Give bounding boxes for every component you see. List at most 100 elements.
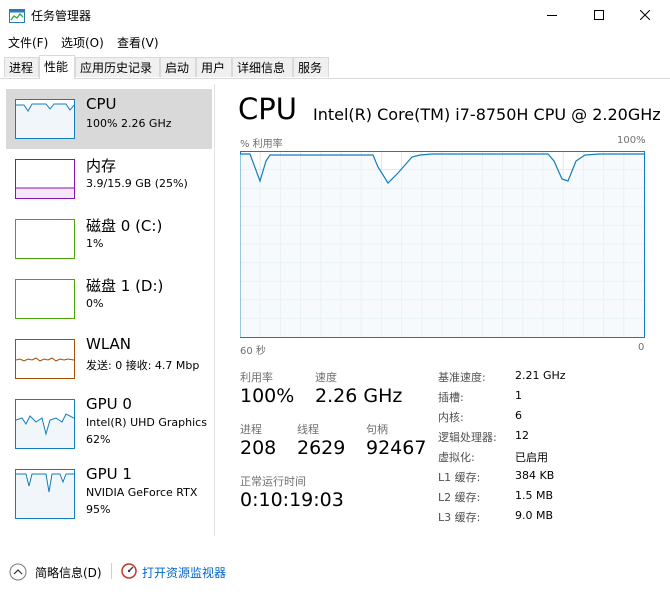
- speed-value: 2.26 GHz: [315, 385, 403, 407]
- close-icon: [640, 10, 650, 20]
- spec-value-base-speed: 2.21 GHz: [515, 369, 566, 382]
- uptime-label: 正常运行时间: [240, 475, 306, 488]
- processes-label: 进程: [240, 423, 262, 436]
- sidebar-title-gpu0: GPU 0: [86, 395, 132, 413]
- open-resource-monitor-link[interactable]: 打开资源监视器: [142, 564, 226, 581]
- disk0-thumbnail-graph: [15, 219, 75, 259]
- resource-sidebar: CPU 100% 2.26 GHz 内存 3.9/15.9 GB (25%) 磁…: [0, 79, 214, 537]
- cpu-mini-chart: [16, 103, 75, 138]
- tab-bar: 进程 性能 应用历史记录 启动 用户 详细信息 服务: [0, 55, 670, 79]
- sidebar-title-memory: 内存: [86, 157, 117, 175]
- brief-info-toggle[interactable]: [9, 563, 27, 581]
- page-title: CPU: [238, 92, 297, 126]
- cpu-model-name: Intel(R) Core(TM) i7-8750H CPU @ 2.20GHz: [313, 105, 661, 124]
- tab-services[interactable]: 服务: [293, 57, 329, 77]
- threads-label: 线程: [297, 423, 319, 436]
- tab-app-history[interactable]: 应用历史记录: [75, 57, 160, 77]
- sidebar-sub-disk1: 0%: [86, 297, 104, 310]
- spec-label-l2-cache: L2 缓存:: [438, 491, 481, 504]
- graph-time-end-label: 0: [638, 342, 645, 353]
- sidebar-sub-gpu0-usage: 62%: [86, 433, 111, 446]
- processes-value: 208: [240, 437, 277, 459]
- chevron-up-circle-icon: [9, 563, 27, 581]
- tab-details[interactable]: 详细信息: [232, 57, 293, 77]
- sidebar-title-disk0: 磁盘 0 (C:): [86, 217, 163, 235]
- handles-label: 句柄: [366, 423, 388, 436]
- cpu-utilization-graph: [240, 151, 645, 338]
- resource-monitor-icon-wrap[interactable]: [121, 563, 137, 579]
- spec-value-l3-cache: 9.0 MB: [515, 509, 554, 522]
- window-title: 任务管理器: [31, 9, 92, 23]
- minimize-icon: [547, 15, 557, 16]
- sidebar-item-gpu0[interactable]: GPU 0 Intel(R) UHD Graphics 62%: [6, 389, 212, 459]
- tab-users[interactable]: 用户: [196, 57, 232, 77]
- spec-value-logical-processors: 12: [515, 429, 529, 442]
- gpu0-mini-chart: [15, 413, 75, 448]
- gpu1-thumbnail-graph: [15, 469, 75, 519]
- maximize-button[interactable]: [576, 0, 622, 30]
- cpu-usage-area: [240, 154, 644, 337]
- spec-label-base-speed: 基准速度:: [438, 371, 486, 384]
- sidebar-sub-memory: 3.9/15.9 GB (25%): [86, 177, 188, 190]
- brief-info-link[interactable]: 简略信息(D): [35, 564, 102, 581]
- spec-value-l1-cache: 384 KB: [515, 469, 555, 482]
- sidebar-item-wlan[interactable]: WLAN 发送: 0 接收: 4.7 Mbp: [6, 329, 212, 389]
- graph-y-axis-label: % 利用率: [240, 139, 283, 150]
- tab-processes[interactable]: 进程: [4, 57, 39, 77]
- utilization-value: 100%: [240, 385, 295, 407]
- handles-value: 92467: [366, 437, 427, 459]
- memory-thumbnail-graph: [15, 159, 75, 199]
- maximize-icon: [594, 10, 604, 20]
- disk1-thumbnail-graph: [15, 279, 75, 319]
- sidebar-title-cpu: CPU: [86, 95, 117, 113]
- menu-options[interactable]: 选项(O): [61, 34, 104, 51]
- spec-label-l3-cache: L3 缓存:: [438, 511, 481, 524]
- menu-view[interactable]: 查看(V): [117, 34, 159, 51]
- uptime-value: 0:10:19:03: [240, 489, 344, 511]
- sidebar-sub-gpu1-name: NVIDIA GeForce RTX: [86, 486, 198, 499]
- graph-y-max-label: 100%: [617, 135, 646, 146]
- cpu-thumbnail-graph: [15, 99, 75, 139]
- sidebar-title-gpu1: GPU 1: [86, 465, 132, 483]
- graph-time-start-label: 60 秒: [240, 346, 266, 357]
- sidebar-divider: [214, 84, 215, 536]
- menu-file[interactable]: 文件(F): [8, 34, 48, 51]
- memory-mini-chart: [16, 187, 74, 198]
- speed-label: 速度: [315, 371, 337, 384]
- sidebar-sub-cpu: 100% 2.26 GHz: [86, 117, 172, 130]
- spec-value-virtualization: 已启用: [515, 451, 548, 464]
- tab-performance[interactable]: 性能: [39, 55, 75, 79]
- threads-value: 2629: [297, 437, 346, 459]
- spec-value-cores: 6: [515, 409, 522, 422]
- utilization-label: 利用率: [240, 371, 273, 384]
- spec-value-sockets: 1: [515, 389, 522, 402]
- spec-value-l2-cache: 1.5 MB: [515, 489, 554, 502]
- spec-label-sockets: 插槽:: [438, 391, 464, 404]
- resource-monitor-icon: [121, 563, 137, 579]
- sidebar-item-memory[interactable]: 内存 3.9/15.9 GB (25%): [6, 149, 212, 209]
- sidebar-item-cpu[interactable]: CPU 100% 2.26 GHz: [6, 89, 212, 149]
- title-bar[interactable]: 任务管理器: [0, 0, 670, 30]
- spec-label-virtualization: 虚拟化:: [438, 451, 475, 464]
- gpu0-thumbnail-graph: [15, 399, 75, 449]
- spec-label-cores: 内核:: [438, 411, 464, 424]
- gpu1-mini-chart: [16, 473, 74, 518]
- sidebar-sub-wlan: 发送: 0 接收: 4.7 Mbp: [86, 359, 200, 372]
- spec-label-logical-processors: 逻辑处理器:: [438, 431, 497, 444]
- tab-startup[interactable]: 启动: [160, 57, 196, 77]
- sidebar-sub-disk0: 1%: [86, 237, 104, 250]
- footer-divider: [111, 563, 112, 579]
- task-manager-app-icon: [9, 8, 25, 23]
- sidebar-title-disk1: 磁盘 1 (D:): [86, 277, 164, 295]
- footer-bar: 简略信息(D) 打开资源监视器: [0, 555, 670, 587]
- sidebar-sub-gpu0-name: Intel(R) UHD Graphics: [86, 416, 207, 429]
- sidebar-item-disk1[interactable]: 磁盘 1 (D:) 0%: [6, 269, 212, 329]
- sidebar-title-wlan: WLAN: [86, 335, 132, 353]
- spec-label-l1-cache: L1 缓存:: [438, 471, 481, 484]
- close-button[interactable]: [622, 0, 668, 30]
- wlan-mini-chart: [15, 357, 75, 362]
- sidebar-item-gpu1[interactable]: GPU 1 NVIDIA GeForce RTX 95%: [6, 459, 212, 529]
- minimize-button[interactable]: [529, 0, 575, 30]
- sidebar-item-disk0[interactable]: 磁盘 0 (C:) 1%: [6, 209, 212, 269]
- wlan-thumbnail-graph: [15, 339, 75, 379]
